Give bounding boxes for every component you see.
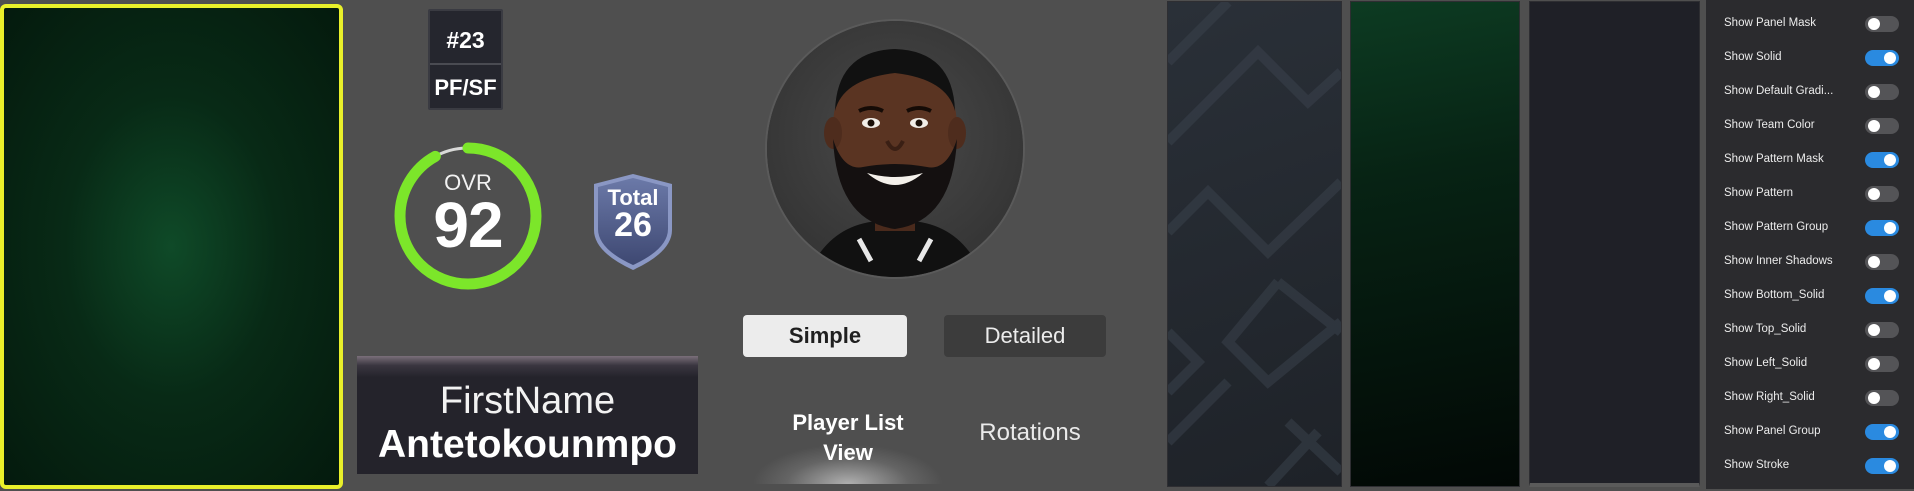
view-player-list-tab[interactable]: Player List View bbox=[752, 408, 944, 484]
toggle-switch-top-solid[interactable] bbox=[1865, 322, 1899, 338]
ovr-value: 92 bbox=[433, 189, 503, 261]
toggle-knob bbox=[1884, 154, 1896, 166]
toggle-label: Show Team Color bbox=[1724, 119, 1815, 131]
view-rotations-tab[interactable]: Rotations bbox=[960, 419, 1100, 455]
toggle-row-stroke[interactable]: Show Stroke bbox=[1718, 456, 1908, 476]
solid-preview-panel bbox=[1529, 1, 1700, 487]
view-player-list-line2: View bbox=[823, 440, 873, 465]
toggle-knob bbox=[1868, 18, 1880, 30]
last-name: Antetokounmpo bbox=[378, 423, 677, 466]
toggle-row-right-solid[interactable]: Show Right_Solid bbox=[1718, 388, 1908, 408]
toggle-row-solid[interactable]: Show Solid bbox=[1718, 48, 1908, 68]
toggle-row-pattern-mask[interactable]: Show Pattern Mask bbox=[1718, 150, 1908, 170]
toggle-switch-stroke[interactable] bbox=[1865, 458, 1899, 474]
toggle-knob bbox=[1868, 324, 1880, 336]
toggle-label: Show Inner Shadows bbox=[1724, 255, 1833, 267]
layer-toggles-panel: Show Panel Mask Show Solid Show Default … bbox=[1706, 0, 1914, 489]
toggle-label: Show Default Gradi... bbox=[1724, 85, 1834, 97]
toggle-knob bbox=[1868, 86, 1880, 98]
badge-divider bbox=[430, 63, 501, 65]
toggle-row-panel-group[interactable]: Show Panel Group bbox=[1718, 422, 1908, 442]
toggle-knob bbox=[1868, 256, 1880, 268]
pattern-overlay bbox=[1164, 0, 1345, 490]
player-position: PF/SF bbox=[434, 75, 497, 100]
total-value: 26 bbox=[614, 206, 652, 244]
toggle-knob bbox=[1884, 52, 1896, 64]
toggle-label: Show Left_Solid bbox=[1724, 357, 1808, 369]
player-portrait-image bbox=[767, 21, 1023, 277]
toggle-row-bottom-solid[interactable]: Show Bottom_Solid bbox=[1718, 286, 1908, 306]
toggle-label: Show Pattern Mask bbox=[1724, 153, 1824, 165]
toggle-row-panel-mask[interactable]: Show Panel Mask bbox=[1718, 14, 1908, 34]
toggle-knob bbox=[1868, 358, 1880, 370]
toggle-label: Show Bottom_Solid bbox=[1724, 289, 1825, 301]
toggle-label: Show Panel Mask bbox=[1724, 17, 1817, 29]
toggle-row-team-color[interactable]: Show Team Color bbox=[1718, 116, 1908, 136]
toggle-switch-default-gradient[interactable] bbox=[1865, 84, 1899, 100]
toggle-switch-team-color[interactable] bbox=[1865, 118, 1899, 134]
toggle-label: Show Solid bbox=[1724, 51, 1782, 63]
toggle-switch-solid[interactable] bbox=[1865, 50, 1899, 66]
toggle-switch-inner-shadows[interactable] bbox=[1865, 254, 1899, 270]
toggle-row-default-gradient[interactable]: Show Default Gradi... bbox=[1718, 82, 1908, 102]
toggle-switch-right-solid[interactable] bbox=[1865, 390, 1899, 406]
name-plate: FirstName Antetokounmpo bbox=[357, 356, 698, 474]
first-name: FirstName bbox=[439, 380, 616, 422]
toggle-knob bbox=[1868, 120, 1880, 132]
toggle-row-inner-shadows[interactable]: Show Inner Shadows bbox=[1718, 252, 1908, 272]
toggle-switch-left-solid[interactable] bbox=[1865, 356, 1899, 372]
view-player-list-line1: Player List bbox=[792, 410, 904, 435]
toggle-knob bbox=[1884, 426, 1896, 438]
toggle-label: Show Panel Group bbox=[1724, 425, 1821, 437]
toggle-label: Show Stroke bbox=[1724, 459, 1790, 471]
toggle-switch-bottom-solid[interactable] bbox=[1865, 288, 1899, 304]
toggle-row-left-solid[interactable]: Show Left_Solid bbox=[1718, 354, 1908, 374]
gradient-preview-panel bbox=[1350, 1, 1520, 487]
toggle-switch-pattern[interactable] bbox=[1865, 186, 1899, 202]
toggle-switch-pattern-mask[interactable] bbox=[1865, 152, 1899, 168]
toggle-switch-panel-mask[interactable] bbox=[1865, 16, 1899, 32]
toggle-row-pattern-group[interactable]: Show Pattern Group bbox=[1718, 218, 1908, 238]
toggle-knob bbox=[1868, 392, 1880, 404]
toggle-knob bbox=[1868, 188, 1880, 200]
jersey-number: #23 bbox=[446, 27, 485, 53]
toggle-label: Show Pattern bbox=[1724, 187, 1794, 199]
toggle-switch-pattern-group[interactable] bbox=[1865, 220, 1899, 236]
toggle-label: Show Right_Solid bbox=[1724, 391, 1815, 403]
jersey-position-badge: #23 PF/SF bbox=[428, 9, 503, 110]
toggle-label: Show Pattern Group bbox=[1724, 221, 1829, 233]
toggle-switch-panel-group[interactable] bbox=[1865, 424, 1899, 440]
toggle-knob bbox=[1884, 290, 1896, 302]
pattern-preview-panel bbox=[1164, 0, 1345, 490]
toggle-row-pattern[interactable]: Show Pattern bbox=[1718, 184, 1908, 204]
card-preview bbox=[0, 4, 343, 489]
toggle-label: Show Top_Solid bbox=[1724, 323, 1807, 335]
toggle-row-top-solid[interactable]: Show Top_Solid bbox=[1718, 320, 1908, 340]
toggle-knob bbox=[1884, 460, 1896, 472]
tab-detailed[interactable]: Detailed bbox=[944, 315, 1106, 357]
tab-simple[interactable]: Simple bbox=[743, 315, 907, 357]
player-avatar bbox=[765, 19, 1025, 279]
toggle-knob bbox=[1884, 222, 1896, 234]
